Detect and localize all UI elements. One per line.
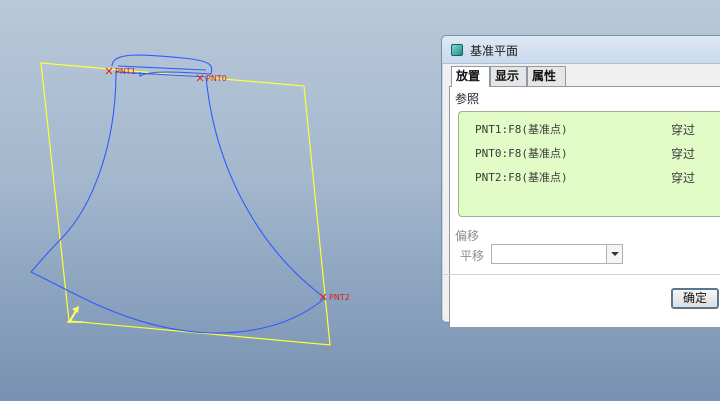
- reference-row[interactable]: PNT2:F8(基准点) 穿过: [475, 169, 720, 185]
- reference-name: PNT1:F8(基准点): [475, 123, 568, 136]
- sketch-curve: [30, 71, 326, 334]
- references-label: 参照: [455, 92, 480, 106]
- references-list[interactable]: PNT1:F8(基准点) 穿过 PNT0:F8(基准点) 穿过 PNT2:F8(…: [458, 111, 720, 217]
- datum-point-pnt0[interactable]: PNT0: [196, 74, 227, 83]
- translate-label: 平移: [460, 249, 485, 263]
- reference-row[interactable]: PNT1:F8(基准点) 穿过: [475, 121, 720, 137]
- point-label-pnt2: PNT2: [329, 293, 350, 302]
- chevron-down-icon[interactable]: [606, 245, 622, 263]
- ok-button[interactable]: 确定: [671, 288, 719, 309]
- dialog-titlebar[interactable]: 基准平面: [442, 36, 720, 64]
- datum-point-pnt1[interactable]: PNT1: [105, 67, 136, 76]
- datum-plane-dialog: 基准平面 放置 显示 属性 参照 PNT1:F8(基准点) 穿过 PNT0:F8…: [441, 35, 720, 328]
- point-label-pnt0: PNT0: [206, 74, 227, 83]
- reference-name: PNT2:F8(基准点): [475, 171, 568, 184]
- reference-constraint[interactable]: 穿过: [671, 145, 695, 162]
- datum-plane-icon: [451, 44, 463, 56]
- reference-row[interactable]: PNT0:F8(基准点) 穿过: [475, 145, 720, 161]
- dialog-title: 基准平面: [470, 44, 519, 58]
- reference-name: PNT0:F8(基准点): [475, 147, 568, 160]
- reference-constraint[interactable]: 穿过: [671, 169, 695, 186]
- footer-divider: [442, 274, 720, 275]
- dialog-body: 放置 显示 属性 参照 PNT1:F8(基准点) 穿过 PNT0:F8(基准点)…: [449, 66, 720, 328]
- reference-constraint[interactable]: 穿过: [671, 121, 695, 138]
- datum-plane-outline: [40, 62, 331, 346]
- tab-properties[interactable]: 属性: [527, 66, 566, 86]
- tab-placement[interactable]: 放置: [451, 66, 490, 87]
- point-label-pnt1: PNT1: [115, 67, 136, 76]
- translate-dropdown[interactable]: [491, 244, 623, 264]
- tab-display[interactable]: 显示: [490, 66, 527, 86]
- offset-group-label: 偏移: [455, 229, 480, 243]
